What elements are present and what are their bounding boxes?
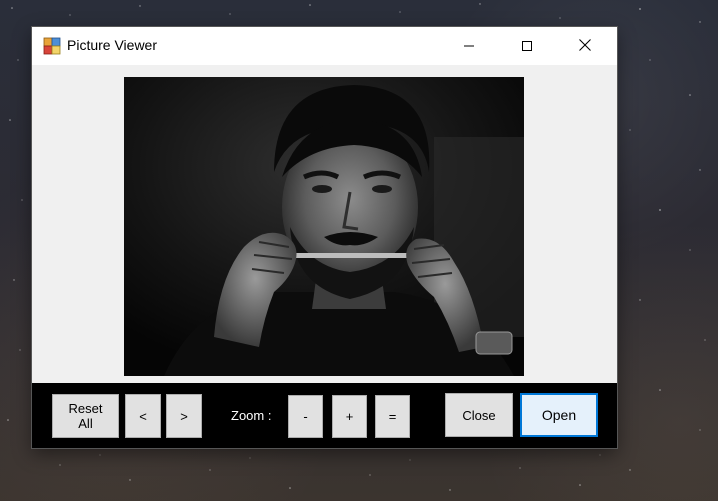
close-window-button[interactable] (562, 27, 608, 65)
zoom-reset-button[interactable]: = (375, 395, 410, 438)
zoom-label: Zoom : (231, 408, 272, 423)
maximize-icon (521, 37, 533, 56)
picture-viewer-window: Picture Viewer Reset All < > Zoom: - + … (32, 27, 617, 448)
picture-area (32, 65, 617, 383)
minimize-icon (463, 37, 475, 56)
zoom-out-button[interactable]: - (288, 395, 323, 438)
close-icon (578, 37, 592, 56)
next-button[interactable]: > (166, 394, 202, 438)
portrait-photo (124, 77, 524, 376)
close-button[interactable]: Close (445, 393, 513, 437)
window-title: Picture Viewer (67, 37, 158, 53)
control-bar: Reset All < > Zoom : - + = Close Open (32, 383, 617, 448)
reset-all-button[interactable]: Reset All (52, 394, 119, 438)
open-button[interactable]: Open (520, 393, 598, 437)
picture-box[interactable] (124, 77, 524, 376)
minimize-button[interactable] (446, 27, 492, 65)
zoom-in-button[interactable]: + (332, 395, 367, 438)
picture-viewer-app-icon (43, 37, 61, 55)
previous-button[interactable]: < (125, 394, 161, 438)
maximize-button[interactable] (504, 27, 550, 65)
title-bar[interactable]: Picture Viewer (32, 27, 617, 65)
